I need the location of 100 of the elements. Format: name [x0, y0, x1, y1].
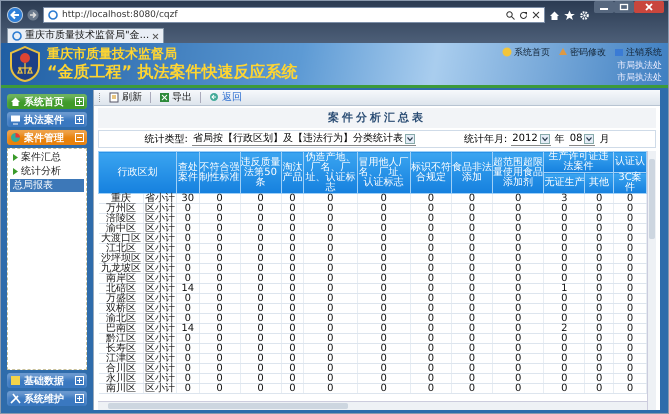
- table-cell: 0: [584, 274, 614, 284]
- bullet-icon: [13, 168, 18, 175]
- table-cell: 0: [199, 244, 240, 254]
- toolbar-button[interactable]: 刷新: [107, 92, 144, 104]
- collapse-icon[interactable]: [75, 133, 84, 142]
- table-cell: 0: [492, 374, 544, 384]
- settings-icon[interactable]: [579, 10, 590, 20]
- table-cell: 0: [410, 274, 452, 284]
- section-icon: [10, 96, 21, 107]
- table-cell: 0: [176, 204, 200, 214]
- header-link[interactable]: 系统首页: [502, 46, 550, 58]
- sidebar-section-header[interactable]: 执法案件: [7, 112, 87, 127]
- expand-icon[interactable]: [75, 97, 84, 106]
- table-cell: 0: [176, 374, 200, 384]
- table-cell: 0: [410, 344, 452, 354]
- sidebar-item[interactable]: 总局报表: [10, 179, 84, 192]
- table-cell: 0: [304, 344, 358, 354]
- table-cell: 万州区: [98, 204, 144, 214]
- back-button[interactable]: [7, 7, 23, 23]
- table-cell: 0: [584, 214, 614, 224]
- table-cell: 0: [584, 324, 614, 334]
- table-cell: 区小计: [144, 244, 176, 254]
- table-cell: 0: [199, 384, 240, 394]
- horizontal-scrollbar[interactable]: [98, 401, 647, 410]
- address-field[interactable]: http://localhost:8080/cqzf: [43, 7, 545, 23]
- sidebar-section-header[interactable]: 系统维护: [7, 391, 87, 406]
- table-cell: 0: [199, 344, 240, 354]
- header-link[interactable]: 密码修改: [558, 46, 606, 58]
- table-cell: 0: [281, 304, 304, 314]
- table-cell: 0: [176, 254, 200, 264]
- table-cell: 0: [281, 284, 304, 294]
- minimize-button[interactable]: [594, 1, 614, 13]
- table-cell: 0: [176, 244, 200, 254]
- table-cell: 0: [240, 304, 282, 314]
- report-type-dropdown[interactable]: 省局按【行政区划】及【违法行为】分类统计表: [192, 132, 416, 146]
- refresh-icon: [109, 92, 120, 103]
- expand-icon[interactable]: [75, 394, 84, 403]
- table-cell: 0: [357, 254, 410, 264]
- table-cell: 0: [304, 274, 358, 284]
- table-cell: 0: [240, 364, 282, 374]
- table-cell: 南岸区: [98, 274, 144, 284]
- table-cell: 0: [176, 304, 200, 314]
- column-header: 其他: [584, 172, 614, 194]
- table-cell: 0: [544, 254, 585, 264]
- search-icon[interactable]: [506, 10, 515, 20]
- table-cell: 0: [492, 354, 544, 364]
- table-cell: 区小计: [144, 224, 176, 234]
- table-cell: 0: [240, 314, 282, 324]
- table-cell: 14: [176, 284, 200, 294]
- table-cell: 0: [304, 254, 358, 264]
- table-cell: 0: [240, 214, 282, 224]
- table-cell: 长寿区: [98, 344, 144, 354]
- table-cell: 0: [544, 294, 585, 304]
- table-cell: 0: [357, 204, 410, 214]
- close-button[interactable]: [634, 1, 664, 13]
- year-dropdown[interactable]: 2012: [511, 132, 551, 146]
- table-cell: 0: [357, 224, 410, 234]
- browser-tab[interactable]: 重庆市质量技术监督局"金...: [7, 28, 164, 43]
- table-cell: 0: [281, 294, 304, 304]
- table-cell: 0: [492, 204, 544, 214]
- user-department: 市局执法处: [617, 60, 662, 70]
- table-cell: 0: [281, 324, 304, 334]
- header-link[interactable]: 注销系统: [614, 46, 662, 58]
- link-icon: [502, 47, 512, 57]
- table-cell: 0: [492, 324, 544, 334]
- table-cell: 区小计: [144, 314, 176, 324]
- table-cell: 区小计: [144, 384, 176, 394]
- star-icon[interactable]: [564, 10, 575, 20]
- table-cell: 0: [410, 334, 452, 344]
- table-cell: 0: [451, 344, 492, 354]
- table-cell: 0: [199, 314, 240, 324]
- table-cell: 0: [304, 364, 358, 374]
- toolbar-button[interactable]: 返回: [207, 92, 244, 104]
- table-cell: 0: [410, 374, 452, 384]
- close-icon[interactable]: [532, 11, 540, 19]
- table-cell: 0: [304, 374, 358, 384]
- sidebar-section-header[interactable]: 基础数据: [7, 373, 87, 388]
- home-icon[interactable]: [549, 10, 560, 20]
- toolbar-button[interactable]: 导出: [157, 92, 194, 104]
- sidebar-item[interactable]: 案件汇总: [10, 151, 84, 164]
- sidebar-item[interactable]: 统计分析: [10, 165, 84, 178]
- column-header: 淘汰产品: [281, 152, 304, 194]
- close-icon[interactable]: [152, 32, 160, 40]
- table-cell: 0: [544, 354, 585, 364]
- table-cell: 0: [544, 344, 585, 354]
- refresh-icon[interactable]: [519, 10, 528, 20]
- month-dropdown[interactable]: 08: [568, 132, 596, 146]
- table-cell: 0: [357, 234, 410, 244]
- table-cell: 0: [240, 344, 282, 354]
- table-cell: 0: [492, 344, 544, 354]
- expand-icon[interactable]: [75, 115, 84, 124]
- maximize-button[interactable]: [614, 1, 634, 13]
- table-cell: 0: [410, 364, 452, 374]
- forward-button[interactable]: [27, 9, 39, 21]
- vertical-scrollbar[interactable]: [647, 151, 656, 410]
- expand-icon[interactable]: [75, 376, 84, 385]
- table-cell: 区小计: [144, 334, 176, 344]
- table-cell: 大渡口区: [98, 234, 144, 244]
- table-cell: 0: [240, 354, 282, 364]
- table-cell: 0: [584, 374, 614, 384]
